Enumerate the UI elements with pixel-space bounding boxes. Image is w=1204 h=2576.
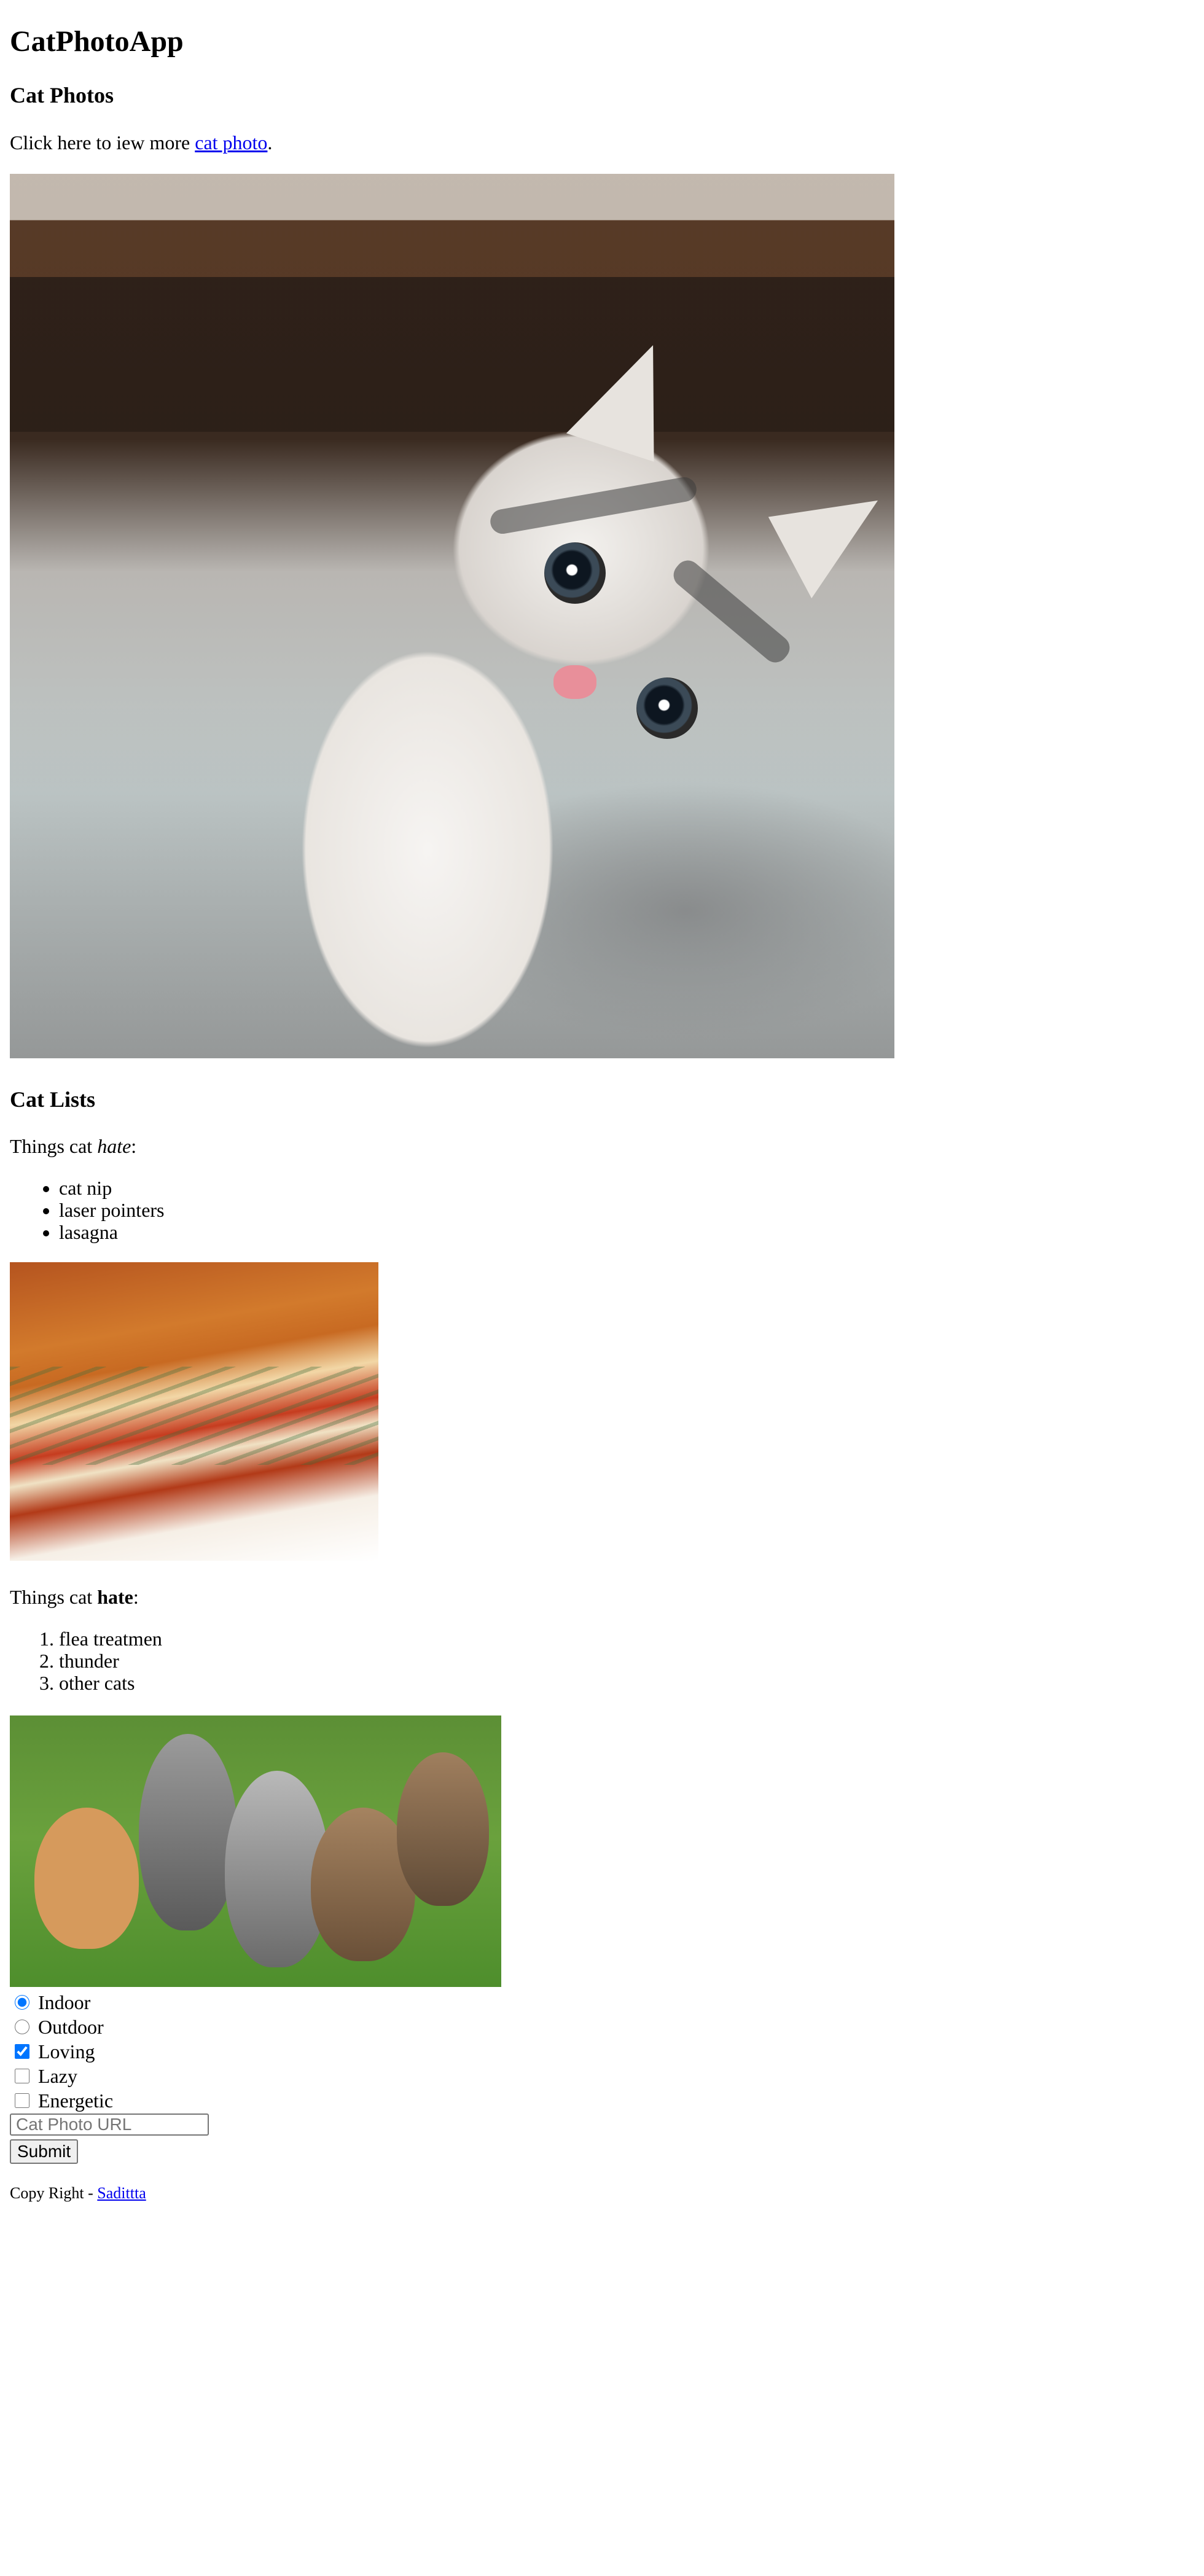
app-title: CatPhotoApp	[10, 25, 184, 58]
indoor-label: Indoor	[38, 1991, 91, 2013]
list-item: cat nip	[59, 1177, 165, 1199]
page: CatPhotoApp Cat Photos Click here to iew…	[0, 0, 1204, 2576]
loves-emphasis: hate	[97, 1135, 131, 1157]
lazy-label: Lazy	[38, 2065, 77, 2087]
intro-prefix: Click here to iew more	[10, 131, 195, 154]
kittens-photo	[10, 1715, 501, 1987]
submit-button[interactable]: Submit	[10, 2139, 79, 2164]
outdoor-radio[interactable]	[15, 2020, 29, 2034]
loves-intro: Things cat hate:	[10, 1134, 136, 1158]
author-link[interactable]: Sadittta	[97, 2184, 146, 2202]
loving-label: Loving	[38, 2040, 95, 2063]
list-item: other cats	[59, 1672, 162, 1694]
loves-suffix: :	[131, 1135, 137, 1157]
cat-photo-link[interactable]: cat photo	[195, 131, 267, 154]
lasagna-photo	[10, 1262, 378, 1561]
cat-photos-heading: Cat Photos	[10, 83, 114, 107]
energetic-option[interactable]: Energetic	[10, 2090, 113, 2112]
loving-checkbox[interactable]	[15, 2044, 29, 2059]
loves-prefix: Things cat	[10, 1135, 98, 1157]
indoor-option[interactable]: Indoor	[10, 1991, 90, 2013]
hates-emphasis: hate	[97, 1586, 133, 1608]
lazy-option[interactable]: Lazy	[10, 2065, 77, 2087]
list-item: flea treatmen	[59, 1628, 162, 1650]
outdoor-option[interactable]: Outdoor	[10, 2016, 104, 2038]
energetic-checkbox[interactable]	[15, 2093, 29, 2108]
intro-suffix: .	[267, 131, 273, 154]
indoor-radio[interactable]	[15, 1995, 29, 2010]
list-item: lasagna	[59, 1221, 165, 1243]
list-item: laser pointers	[59, 1199, 165, 1221]
photo-background	[10, 174, 894, 432]
hates-list: flea treatmen thunder other cats	[10, 1628, 162, 1694]
hates-intro: Things cat hate:	[10, 1585, 139, 1609]
hates-prefix: Things cat	[10, 1586, 98, 1608]
energetic-label: Energetic	[38, 2090, 114, 2112]
outdoor-label: Outdoor	[38, 2016, 104, 2038]
loves-list: cat nip laser pointers lasagna	[10, 1177, 165, 1243]
cat-lists-heading: Cat Lists	[10, 1087, 96, 1112]
loving-option[interactable]: Loving	[10, 2040, 95, 2063]
cat-photo-url-input[interactable]	[10, 2113, 209, 2136]
kitten-photo[interactable]	[10, 174, 894, 1058]
copyright-footer: Copy Right - Sadittta	[10, 2184, 146, 2203]
lazy-checkbox[interactable]	[15, 2069, 29, 2083]
list-item: thunder	[59, 1650, 162, 1672]
intro-paragraph: Click here to iew more cat photo.	[10, 130, 272, 155]
hates-suffix: :	[133, 1586, 139, 1608]
copyright-prefix: Copy Right -	[10, 2184, 98, 2202]
